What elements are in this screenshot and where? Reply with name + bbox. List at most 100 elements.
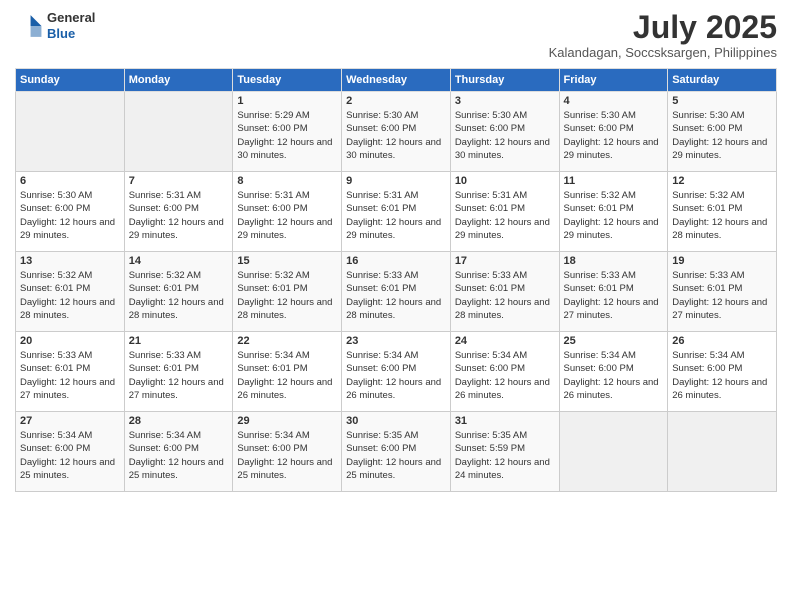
calendar-cell: 7 Sunrise: 5:31 AM Sunset: 6:00 PM Daylig… <box>124 172 233 252</box>
day-number: 25 <box>564 335 664 347</box>
day-number: 19 <box>672 255 772 267</box>
calendar-cell: 3 Sunrise: 5:30 AM Sunset: 6:00 PM Daylig… <box>450 92 559 172</box>
day-number: 18 <box>564 255 664 267</box>
calendar-week-5: 27 Sunrise: 5:34 AM Sunset: 6:00 PM Dayli… <box>16 412 777 492</box>
calendar-cell: 22 Sunrise: 5:34 AM Sunset: 6:01 PM Dayli… <box>233 332 342 412</box>
day-info: Sunrise: 5:33 AM Sunset: 6:01 PM Dayligh… <box>672 269 772 322</box>
calendar-cell <box>124 92 233 172</box>
day-info: Sunrise: 5:32 AM Sunset: 6:01 PM Dayligh… <box>237 269 337 322</box>
day-number: 2 <box>346 95 446 107</box>
calendar-cell: 30 Sunrise: 5:35 AM Sunset: 6:00 PM Dayli… <box>342 412 451 492</box>
logo: General Blue <box>15 10 95 41</box>
day-number: 5 <box>672 95 772 107</box>
day-info: Sunrise: 5:33 AM Sunset: 6:01 PM Dayligh… <box>455 269 555 322</box>
day-number: 24 <box>455 335 555 347</box>
day-info: Sunrise: 5:34 AM Sunset: 6:00 PM Dayligh… <box>346 349 446 402</box>
logo-icon <box>15 12 43 40</box>
day-info: Sunrise: 5:34 AM Sunset: 6:01 PM Dayligh… <box>237 349 337 402</box>
day-number: 6 <box>20 175 120 187</box>
day-info: Sunrise: 5:35 AM Sunset: 5:59 PM Dayligh… <box>455 429 555 482</box>
day-info: Sunrise: 5:34 AM Sunset: 6:00 PM Dayligh… <box>455 349 555 402</box>
calendar-table: SundayMondayTuesdayWednesdayThursdayFrid… <box>15 68 777 492</box>
day-info: Sunrise: 5:34 AM Sunset: 6:00 PM Dayligh… <box>672 349 772 402</box>
day-number: 11 <box>564 175 664 187</box>
calendar-cell: 8 Sunrise: 5:31 AM Sunset: 6:00 PM Daylig… <box>233 172 342 252</box>
day-info: Sunrise: 5:33 AM Sunset: 6:01 PM Dayligh… <box>346 269 446 322</box>
day-number: 21 <box>129 335 229 347</box>
day-number: 23 <box>346 335 446 347</box>
location-subtitle: Kalandagan, Soccsksargen, Philippines <box>549 45 777 60</box>
weekday-header-thursday: Thursday <box>450 69 559 92</box>
calendar-cell: 2 Sunrise: 5:30 AM Sunset: 6:00 PM Daylig… <box>342 92 451 172</box>
day-number: 17 <box>455 255 555 267</box>
calendar-cell: 28 Sunrise: 5:34 AM Sunset: 6:00 PM Dayli… <box>124 412 233 492</box>
calendar-cell <box>559 412 668 492</box>
day-info: Sunrise: 5:30 AM Sunset: 6:00 PM Dayligh… <box>564 109 664 162</box>
day-info: Sunrise: 5:30 AM Sunset: 6:00 PM Dayligh… <box>346 109 446 162</box>
day-info: Sunrise: 5:34 AM Sunset: 6:00 PM Dayligh… <box>237 429 337 482</box>
day-info: Sunrise: 5:35 AM Sunset: 6:00 PM Dayligh… <box>346 429 446 482</box>
logo-general: General <box>47 10 95 26</box>
calendar-cell: 21Sunrise: 5:33 AM Sunset: 6:01 PM Dayli… <box>124 332 233 412</box>
day-number: 27 <box>20 415 120 427</box>
day-number: 8 <box>237 175 337 187</box>
weekday-header-saturday: Saturday <box>668 69 777 92</box>
calendar-cell: 9 Sunrise: 5:31 AM Sunset: 6:01 PM Daylig… <box>342 172 451 252</box>
day-number: 9 <box>346 175 446 187</box>
day-number: 13 <box>20 255 120 267</box>
day-number: 4 <box>564 95 664 107</box>
day-info: Sunrise: 5:32 AM Sunset: 6:01 PM Dayligh… <box>672 189 772 242</box>
calendar-cell: 11 Sunrise: 5:32 AM Sunset: 6:01 PM Dayli… <box>559 172 668 252</box>
day-number: 30 <box>346 415 446 427</box>
logo-text: General Blue <box>47 10 95 41</box>
day-number: 1 <box>237 95 337 107</box>
logo-blue: Blue <box>47 26 95 42</box>
day-info: Sunrise: 5:31 AM Sunset: 6:00 PM Dayligh… <box>237 189 337 242</box>
day-info: Sunrise: 5:31 AM Sunset: 6:01 PM Dayligh… <box>346 189 446 242</box>
weekday-header-wednesday: Wednesday <box>342 69 451 92</box>
day-info: Sunrise: 5:30 AM Sunset: 6:00 PM Dayligh… <box>672 109 772 162</box>
calendar-week-2: 6 Sunrise: 5:30 AM Sunset: 6:00 PM Daylig… <box>16 172 777 252</box>
weekday-header-sunday: Sunday <box>16 69 125 92</box>
calendar-cell: 13 Sunrise: 5:32 AM Sunset: 6:01 PM Dayli… <box>16 252 125 332</box>
calendar-cell: 5 Sunrise: 5:30 AM Sunset: 6:00 PM Daylig… <box>668 92 777 172</box>
calendar-cell: 4 Sunrise: 5:30 AM Sunset: 6:00 PM Daylig… <box>559 92 668 172</box>
day-number: 29 <box>237 415 337 427</box>
day-info: Sunrise: 5:32 AM Sunset: 6:01 PM Dayligh… <box>564 189 664 242</box>
calendar-cell: 10Sunrise: 5:31 AM Sunset: 6:01 PM Dayli… <box>450 172 559 252</box>
day-number: 22 <box>237 335 337 347</box>
calendar-cell: 6 Sunrise: 5:30 AM Sunset: 6:00 PM Daylig… <box>16 172 125 252</box>
calendar-cell: 12Sunrise: 5:32 AM Sunset: 6:01 PM Dayli… <box>668 172 777 252</box>
calendar-cell: 16 Sunrise: 5:33 AM Sunset: 6:01 PM Dayli… <box>342 252 451 332</box>
day-number: 26 <box>672 335 772 347</box>
day-info: Sunrise: 5:33 AM Sunset: 6:01 PM Dayligh… <box>20 349 120 402</box>
calendar-cell <box>668 412 777 492</box>
day-info: Sunrise: 5:30 AM Sunset: 6:00 PM Dayligh… <box>455 109 555 162</box>
day-info: Sunrise: 5:31 AM Sunset: 6:01 PM Dayligh… <box>455 189 555 242</box>
day-info: Sunrise: 5:31 AM Sunset: 6:00 PM Dayligh… <box>129 189 229 242</box>
day-info: Sunrise: 5:34 AM Sunset: 6:00 PM Dayligh… <box>129 429 229 482</box>
day-info: Sunrise: 5:32 AM Sunset: 6:01 PM Dayligh… <box>129 269 229 322</box>
calendar-cell: 31Sunrise: 5:35 AM Sunset: 5:59 PM Dayli… <box>450 412 559 492</box>
calendar-cell: 27 Sunrise: 5:34 AM Sunset: 6:00 PM Dayli… <box>16 412 125 492</box>
page-header: General Blue July 2025 Kalandagan, Soccs… <box>15 10 777 60</box>
weekday-header-friday: Friday <box>559 69 668 92</box>
day-number: 7 <box>129 175 229 187</box>
calendar-cell: 19 Sunrise: 5:33 AM Sunset: 6:01 PM Dayli… <box>668 252 777 332</box>
day-info: Sunrise: 5:30 AM Sunset: 6:00 PM Dayligh… <box>20 189 120 242</box>
day-info: Sunrise: 5:34 AM Sunset: 6:00 PM Dayligh… <box>20 429 120 482</box>
day-number: 3 <box>455 95 555 107</box>
weekday-row: SundayMondayTuesdayWednesdayThursdayFrid… <box>16 69 777 92</box>
calendar-cell: 25 Sunrise: 5:34 AM Sunset: 6:00 PM Dayli… <box>559 332 668 412</box>
calendar-header: SundayMondayTuesdayWednesdayThursdayFrid… <box>16 69 777 92</box>
day-number: 14 <box>129 255 229 267</box>
day-number: 28 <box>129 415 229 427</box>
calendar-cell <box>16 92 125 172</box>
day-info: Sunrise: 5:33 AM Sunset: 6:01 PM Dayligh… <box>564 269 664 322</box>
calendar-week-3: 13 Sunrise: 5:32 AM Sunset: 6:01 PM Dayli… <box>16 252 777 332</box>
day-info: Sunrise: 5:34 AM Sunset: 6:00 PM Dayligh… <box>564 349 664 402</box>
day-number: 16 <box>346 255 446 267</box>
day-info: Sunrise: 5:32 AM Sunset: 6:01 PM Dayligh… <box>20 269 120 322</box>
weekday-header-monday: Monday <box>124 69 233 92</box>
calendar-cell: 29 Sunrise: 5:34 AM Sunset: 6:00 PM Dayli… <box>233 412 342 492</box>
